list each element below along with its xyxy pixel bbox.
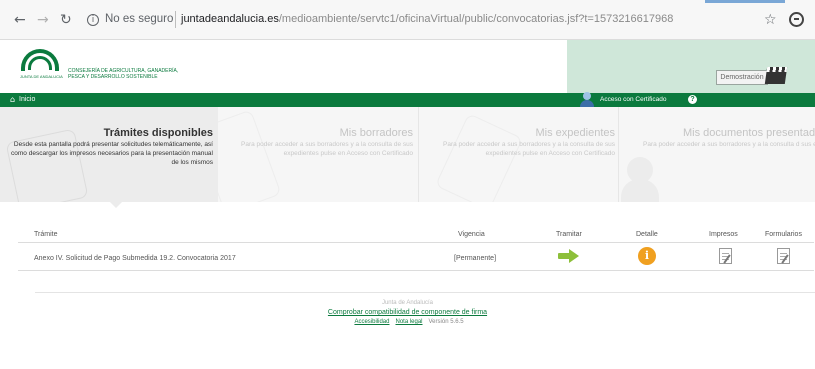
info-icon[interactable]: i xyxy=(87,14,99,26)
user-icon[interactable] xyxy=(579,92,595,108)
help-icon[interactable]: ? xyxy=(688,95,697,104)
panel-title: Trámites disponibles xyxy=(103,127,213,139)
panel-tramites-disponibles[interactable]: Trámites disponibles Desde esta pantalla… xyxy=(0,107,218,202)
bookmark-star-icon[interactable]: ☆ xyxy=(764,12,777,28)
account-icon[interactable] xyxy=(789,12,804,27)
panel-mis-borradores[interactable]: Mis borradores Para poder acceder a sus … xyxy=(218,107,418,202)
tramite-name: Anexo IV. Solicitud de Pago Submedida 19… xyxy=(34,255,236,262)
detalle-info-icon[interactable]: i xyxy=(638,247,656,265)
accesibilidad-link[interactable]: Accesibilidad xyxy=(354,319,389,325)
logo-caption: JUNTA DE ANDALUCIA xyxy=(20,74,63,79)
column-header-tramitar: Tramitar xyxy=(556,231,582,238)
column-header-tramite: Trámite xyxy=(34,231,58,238)
person-body-decor xyxy=(621,179,659,202)
footer-org: Junta de Andalucía xyxy=(381,300,434,306)
footer-links: Accesibilidad Nota legal Versión 5.6.5 xyxy=(0,319,815,325)
panel-title: Mis documentos presentado xyxy=(683,127,815,139)
clapperboard-icon[interactable] xyxy=(764,67,788,84)
demo-button[interactable]: Demostración xyxy=(716,70,768,85)
home-icon[interactable]: ⌂ xyxy=(10,96,15,104)
url-separator xyxy=(175,11,176,28)
column-header-impresos: Impresos xyxy=(709,231,738,238)
page: ← → ↻ i No es seguro juntadeandalucia.es… xyxy=(0,0,815,369)
panel-title: Mis expedientes xyxy=(535,127,616,139)
back-arrow-icon[interactable]: ← xyxy=(14,13,26,27)
reload-icon[interactable]: ↻ xyxy=(60,13,72,27)
formularios-document-icon[interactable] xyxy=(777,248,790,264)
panel-description: Para poder acceder a sus borradores y a … xyxy=(643,141,815,148)
panel-mis-expedientes[interactable]: Mis expedientes Para poder acceder a sus… xyxy=(418,107,618,202)
panel-description: Desde esta pantalla podrá presentar soli… xyxy=(11,141,213,166)
url-path: /medioambiente/servtc1/oficinaVirtual/pu… xyxy=(278,13,674,25)
site-header xyxy=(0,40,815,93)
address-bar[interactable]: juntadeandalucia.es/medioambiente/servtc… xyxy=(181,13,673,25)
panel-title: Mis borradores xyxy=(339,127,413,139)
certificate-access-link[interactable]: Acceso con Certificado xyxy=(600,96,666,104)
column-header-vigencia: Vigencia xyxy=(458,231,485,238)
panel-description: Para poder acceder a sus borradores y a … xyxy=(241,141,413,157)
column-header-detalle: Detalle xyxy=(636,231,658,238)
security-status[interactable]: No es seguro xyxy=(105,13,173,25)
forward-arrow-icon[interactable]: → xyxy=(37,13,49,27)
tramitar-arrow-icon[interactable] xyxy=(558,249,580,263)
active-panel-pointer xyxy=(110,202,122,208)
version-label: Versión 5.6.5 xyxy=(428,319,464,325)
panel-mis-documentos[interactable]: Mis documentos presentado Para poder acc… xyxy=(618,107,815,202)
consejeria-name: CONSEJERÍA DE AGRICULTURA, GANADERÍA, PE… xyxy=(68,68,178,80)
home-link[interactable]: Inicio xyxy=(19,96,35,104)
url-domain: juntadeandalucia.es xyxy=(181,13,279,25)
table-row-divider xyxy=(18,270,814,271)
table-header-divider xyxy=(18,242,814,243)
vigencia-value: [Permanente] xyxy=(454,255,497,262)
column-header-formularios: Formularios xyxy=(765,231,802,238)
footer-divider xyxy=(35,292,815,293)
compat-check-link[interactable]: Comprobar compatibilidad de componente d… xyxy=(0,309,815,316)
panel-description: Para poder acceder a sus borradores y a … xyxy=(443,141,615,157)
impresos-document-icon[interactable] xyxy=(719,248,732,264)
tab-indicator xyxy=(705,0,785,3)
nota-legal-link[interactable]: Nota legal xyxy=(395,319,422,325)
consejeria-line2: PESCA Y DESARROLLO SOSTENIBLE xyxy=(68,74,158,80)
